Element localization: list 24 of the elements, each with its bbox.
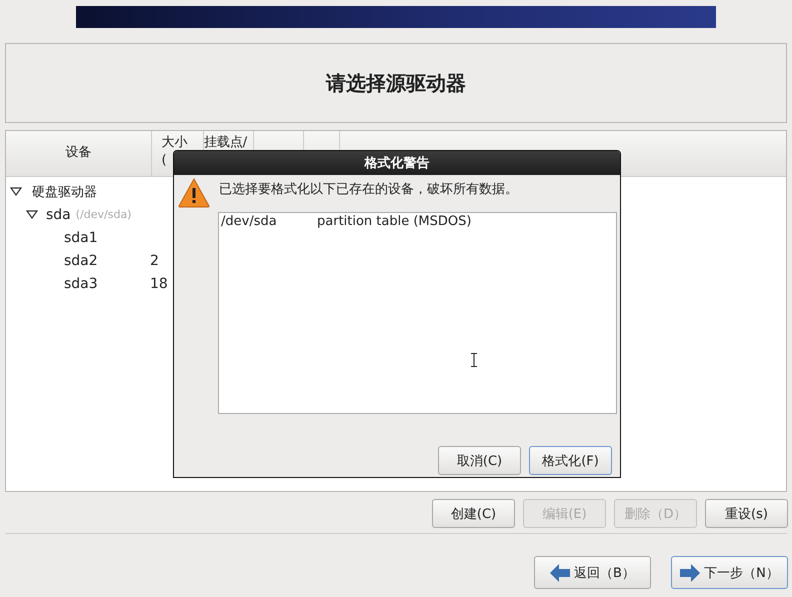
dialog-button[interactable]: 取消(C): [438, 446, 521, 475]
dialog-message: 已选择要格式化以下已存在的设备，破坏所有数据。: [219, 181, 518, 198]
page-title: 请选择源驱动器: [326, 70, 466, 96]
table-cell: 2: [150, 252, 159, 268]
tree-item[interactable]: sda2: [64, 252, 150, 268]
action-button[interactable]: 重设(s): [705, 499, 788, 528]
tree-item[interactable]: sda3: [64, 276, 150, 292]
device-path: (/dev/sda): [76, 208, 132, 221]
dialog-title: 格式化警告: [364, 154, 430, 172]
arrow-left-icon: [550, 564, 570, 582]
list-cell: partition table (MSDOS): [317, 214, 472, 229]
dialog-button[interactable]: 格式化(F): [529, 446, 612, 475]
nav-button[interactable]: 返回（B）: [534, 556, 651, 589]
nav-button[interactable]: 下一步（N）: [671, 556, 788, 589]
warning-icon: [178, 178, 210, 208]
tree-item[interactable]: sda1: [64, 230, 150, 246]
column-header[interactable]: 设备: [6, 131, 152, 176]
action-button[interactable]: 创建(C): [432, 499, 515, 528]
tree-item[interactable]: 硬盘驱动器: [32, 182, 97, 200]
tree-item[interactable]: sda: [46, 206, 71, 222]
list-cell-text: /dev/sda: [221, 214, 278, 229]
arrow-right-icon: [680, 564, 700, 582]
text-cursor-icon: [471, 353, 477, 367]
table-cell: 18: [150, 276, 168, 292]
